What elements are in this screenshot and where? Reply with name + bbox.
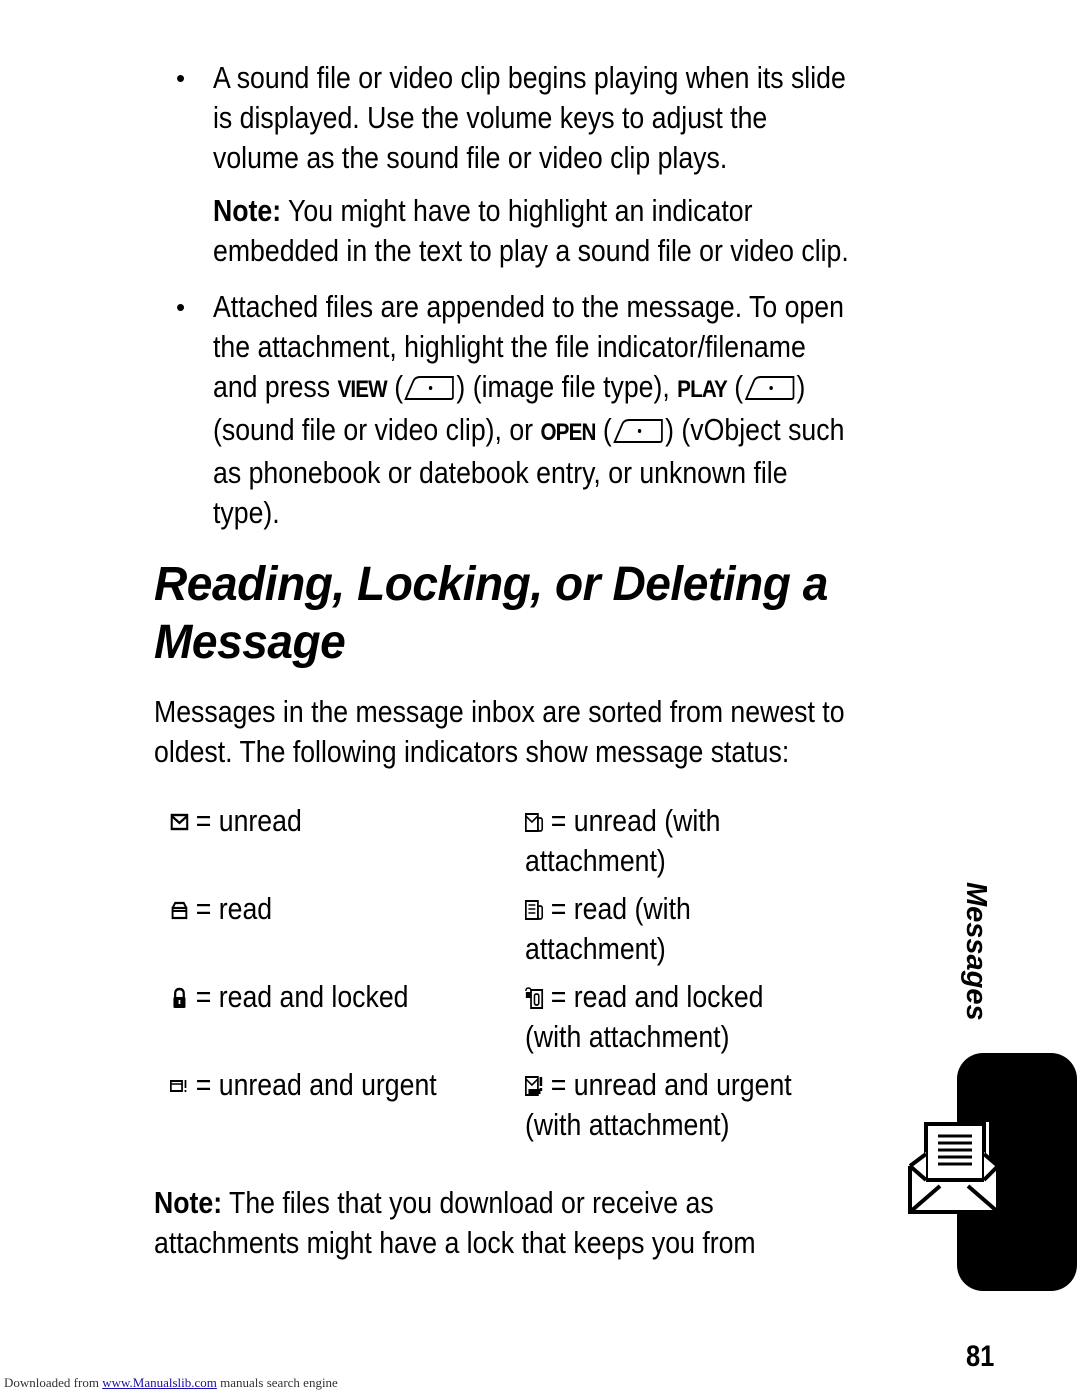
indicator-read: = read — [170, 889, 272, 929]
text-line: oldest. The following indicators show me… — [154, 734, 790, 769]
text-line: A sound file or video clip begins playin… — [213, 60, 846, 95]
read-envelope-icon — [171, 901, 188, 920]
bullet-dot: • — [176, 63, 186, 93]
indicator-unread-urgent-attachment: = unread and urgent (with attachment) — [525, 1065, 792, 1145]
bullet-2-text: Attached files are appended to the messa… — [213, 287, 844, 533]
text-span: ) (image file type), — [456, 369, 678, 404]
indicator-label: = read and locked — [195, 979, 409, 1014]
indicator-unread-attachment: = unread (with attachment) — [525, 801, 720, 881]
bottom-note: Note: The files that you download or rec… — [154, 1183, 756, 1263]
text-line: embedded in the text to play a sound fil… — [213, 233, 849, 268]
indicator-read-attachment: = read (with attachment) — [525, 889, 691, 969]
text-line: attachments might have a lock that keeps… — [154, 1225, 756, 1260]
indicator-label: = read — [195, 891, 273, 926]
text-line: Attached files are appended to the messa… — [213, 289, 844, 324]
section-heading: Reading, Locking, or Deleting a Message — [154, 556, 828, 672]
indicator-label: = unread and urgent — [195, 1067, 437, 1102]
text-line: volume as the sound file or video clip p… — [213, 140, 728, 175]
indicator-label: = unread — [195, 803, 302, 838]
footer-text: Downloaded from — [4, 1375, 103, 1390]
locked-attachment-icon — [525, 987, 544, 1009]
bullet-1-note: Note: You might have to highlight an ind… — [213, 191, 849, 271]
manualslib-link[interactable]: www.Manualslib.com — [102, 1375, 217, 1390]
intro-paragraph: Messages in the message inbox are sorted… — [154, 692, 845, 772]
indicator-unread-urgent: = unread and urgent — [170, 1065, 437, 1105]
open-key-label: OPEN — [540, 419, 596, 446]
play-key-label: PLAY — [677, 376, 728, 403]
indicator-label: = read and locked — [550, 979, 764, 1014]
indicator-label: attachment) — [525, 931, 666, 966]
indicator-label: attachment) — [525, 843, 666, 878]
side-section-label: Messages — [948, 882, 1008, 1032]
indicator-read-locked-attachment: = read and locked (with attachment) — [525, 977, 764, 1057]
indicator-label: (with attachment) — [525, 1019, 730, 1054]
text-span: ) (vObject such — [665, 412, 845, 447]
lock-icon — [173, 987, 186, 1008]
footer: Downloaded from www.Manualslib.com manua… — [4, 1375, 338, 1391]
softkey-icon — [744, 376, 794, 400]
softkey-icon — [613, 419, 663, 443]
indicator-unread: = unread — [170, 801, 302, 841]
footer-text: manuals search engine — [216, 1375, 338, 1390]
indicator-label: = unread and urgent — [550, 1067, 792, 1102]
urgent-attachment-icon — [525, 1076, 543, 1096]
side-tab-label: Messages — [960, 882, 992, 1021]
unread-attachment-icon — [525, 813, 543, 832]
text-line: type). — [213, 495, 280, 530]
softkey-icon — [404, 376, 454, 400]
bullet-dot: • — [176, 292, 186, 322]
text-line: as phonebook or datebook entry, or unkno… — [213, 455, 788, 490]
bullet-1-text: A sound file or video clip begins playin… — [213, 58, 846, 178]
read-attachment-icon — [525, 900, 543, 920]
note-label: Note: — [154, 1185, 223, 1220]
view-key-label: VIEW — [337, 376, 387, 403]
message-envelope-icon — [908, 1122, 1000, 1214]
text-line: The files that you download or receive a… — [222, 1185, 714, 1220]
urgent-envelope-icon — [170, 1080, 187, 1092]
text-span: (sound file or video clip), or — [213, 412, 541, 447]
indicator-label: (with attachment) — [525, 1107, 730, 1142]
indicator-label: = unread (with — [550, 803, 721, 838]
text-line: the attachment, highlight the file indic… — [213, 329, 806, 364]
heading-line: Reading, Locking, or Deleting a — [154, 558, 828, 611]
text-line: is displayed. Use the volume keys to adj… — [213, 100, 768, 135]
indicator-read-locked: = read and locked — [170, 977, 409, 1017]
text-line: You might have to highlight an indicator — [281, 193, 753, 228]
heading-line: Message — [154, 616, 346, 669]
text-span: and press — [213, 369, 338, 404]
note-label: Note: — [213, 193, 282, 228]
page-number: 81 — [966, 1340, 995, 1373]
indicator-label: = read (with — [550, 891, 691, 926]
unread-envelope-icon — [170, 813, 189, 831]
text-line: Messages in the message inbox are sorted… — [154, 694, 845, 729]
